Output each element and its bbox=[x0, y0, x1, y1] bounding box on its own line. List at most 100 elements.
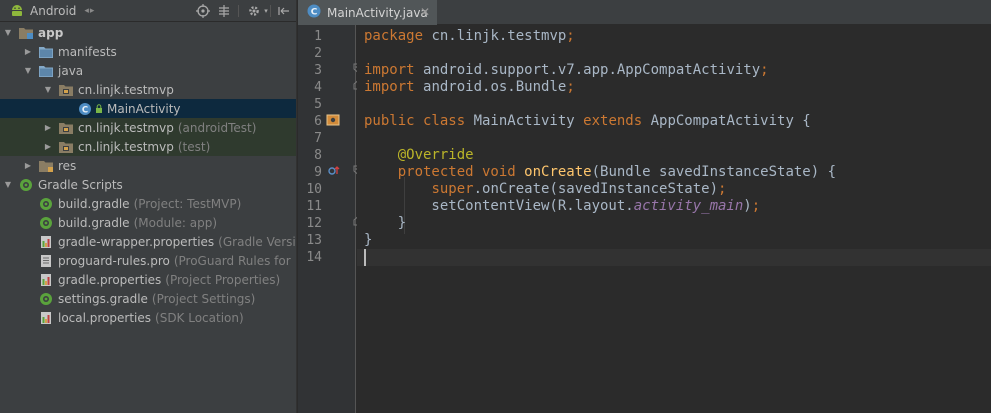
tree-item-label: MainActivity bbox=[107, 101, 181, 116]
tree-collapsed-arrow-icon[interactable]: ▶ bbox=[23, 47, 33, 56]
tree-item-build-gradle-app[interactable]: build.gradle (Module: app) bbox=[0, 213, 296, 232]
line-number: 4 bbox=[314, 80, 322, 95]
code-line: public class MainActivity extends AppCom… bbox=[364, 113, 811, 129]
tree-item-hint: (ProGuard Rules for bbox=[173, 253, 291, 268]
line-number: 3 bbox=[314, 63, 322, 78]
package-icon bbox=[58, 121, 74, 135]
project-tool-window: Android ◂▸ ▾ ▼ app ▶ manifests ▼ java ▼ cn.linj… bbox=[0, 0, 297, 413]
gradle-icon bbox=[18, 178, 34, 192]
code-line: setContentView(R.layout.activity_main); bbox=[364, 198, 761, 214]
line-number: 7 bbox=[314, 131, 322, 146]
tree-item-hint: (Project: TestMVP) bbox=[133, 196, 242, 211]
tab-main-activity[interactable]: C MainActivity.java ✕ bbox=[298, 0, 437, 25]
tree-item-main-activity[interactable]: C MainActivity bbox=[0, 99, 296, 118]
tree-expanded-arrow-icon[interactable]: ▼ bbox=[3, 28, 13, 37]
tree-item-hint: (androidTest) bbox=[177, 120, 257, 135]
gradle-file-icon bbox=[38, 216, 54, 230]
tab-label: MainActivity.java bbox=[327, 5, 428, 20]
tree-item-local-properties[interactable]: local.properties (SDK Location) bbox=[0, 308, 296, 327]
tree-item-label: build.gradle bbox=[58, 196, 130, 211]
caret-row-highlight bbox=[357, 249, 991, 266]
android-activity-marker-icon[interactable] bbox=[326, 113, 340, 130]
tree-item-hint: (Project Settings) bbox=[151, 291, 256, 306]
code-line: super.onCreate(savedInstanceState); bbox=[431, 181, 727, 197]
tree-item-label: cn.linjk.testmvp bbox=[78, 120, 174, 135]
tree-expanded-arrow-icon[interactable]: ▼ bbox=[3, 180, 13, 189]
access-modifier-icon bbox=[95, 103, 103, 114]
code-line: @Override bbox=[397, 147, 474, 163]
view-switch-arrows-icon[interactable]: ◂▸ bbox=[84, 6, 95, 16]
tree-item-settings-gradle[interactable]: settings.gradle (Project Settings) bbox=[0, 289, 296, 308]
tree-collapsed-arrow-icon[interactable]: ▶ bbox=[43, 123, 53, 132]
tree-item-hint: (Gradle Versi bbox=[218, 234, 296, 249]
svg-text:C: C bbox=[311, 7, 318, 17]
tree-item-gradle-scripts[interactable]: ▼ Gradle Scripts bbox=[0, 175, 296, 194]
properties-file-icon bbox=[38, 273, 54, 287]
tree-item-hint: (test) bbox=[177, 139, 211, 154]
tree-item-label: gradle-wrapper.properties bbox=[58, 234, 215, 249]
code-line: } bbox=[364, 232, 373, 248]
header-divider bbox=[270, 5, 271, 17]
header-divider bbox=[238, 5, 239, 17]
tree-item-app[interactable]: ▼ app bbox=[0, 23, 296, 42]
class-icon: C bbox=[78, 102, 94, 116]
folder-icon bbox=[38, 45, 54, 59]
text-file-icon bbox=[38, 254, 54, 268]
code-line: import android.support.v7.app.AppCompatA… bbox=[364, 62, 769, 78]
tree-item-res[interactable]: ▶ res bbox=[0, 156, 296, 175]
tree-item-hint: (Module: app) bbox=[133, 215, 218, 230]
tree-item-hint: (SDK Location) bbox=[155, 310, 244, 325]
editor-gutter: 1 2 3 4 5 6 7 8 9 10 11 12 13 14 bbox=[298, 25, 362, 413]
properties-file-icon bbox=[38, 235, 54, 249]
tree-item-label: proguard-rules.pro bbox=[58, 253, 170, 268]
scroll-from-source-icon[interactable] bbox=[196, 4, 210, 18]
line-number: 9 bbox=[314, 165, 322, 180]
collapse-all-icon[interactable] bbox=[217, 4, 231, 18]
tree-collapsed-arrow-icon[interactable]: ▶ bbox=[43, 142, 53, 151]
tree-item-label: cn.linjk.testmvp bbox=[78, 82, 174, 97]
override-method-marker-icon[interactable] bbox=[327, 164, 341, 181]
close-tab-icon[interactable]: ✕ bbox=[420, 5, 430, 19]
line-number: 8 bbox=[314, 148, 322, 163]
module-folder-icon bbox=[18, 26, 34, 40]
line-number: 5 bbox=[314, 97, 322, 112]
tree-item-pkg-main[interactable]: ▼ cn.linjk.testmvp bbox=[0, 80, 296, 99]
tree-item-label: java bbox=[58, 63, 84, 78]
tree-item-pkg-androidtest[interactable]: ▶ cn.linjk.testmvp (androidTest) bbox=[0, 118, 296, 137]
tree-item-label: Gradle Scripts bbox=[38, 177, 123, 192]
gradle-file-icon bbox=[38, 292, 54, 306]
line-number: 13 bbox=[306, 233, 322, 248]
line-number: 12 bbox=[306, 216, 322, 231]
tree-item-build-gradle-project[interactable]: build.gradle (Project: TestMVP) bbox=[0, 194, 296, 213]
line-number: 11 bbox=[306, 199, 322, 214]
code-line: package cn.linjk.testmvp; bbox=[364, 28, 575, 44]
tree-expanded-arrow-icon[interactable]: ▼ bbox=[23, 66, 33, 75]
gradle-file-icon bbox=[38, 197, 54, 211]
code-line: import android.os.Bundle; bbox=[364, 79, 575, 95]
hide-panel-icon[interactable] bbox=[277, 4, 291, 18]
tree-item-proguard[interactable]: proguard-rules.pro (ProGuard Rules for bbox=[0, 251, 296, 270]
text-caret bbox=[364, 249, 366, 266]
tree-item-manifests[interactable]: ▶ manifests bbox=[0, 42, 296, 61]
code-line: } bbox=[364, 215, 407, 231]
tree-item-java[interactable]: ▼ java bbox=[0, 61, 296, 80]
tree-item-gradle-properties[interactable]: gradle.properties (Project Properties) bbox=[0, 270, 296, 289]
project-view-header: Android ◂▸ ▾ bbox=[0, 0, 296, 22]
tree-item-hint: (Project Properties) bbox=[165, 272, 281, 287]
line-number: 6 bbox=[314, 114, 322, 129]
tree-item-label: manifests bbox=[58, 44, 117, 59]
code-editor[interactable]: package cn.linjk.testmvp; import android.… bbox=[357, 25, 991, 413]
tree-item-label: build.gradle bbox=[58, 215, 130, 230]
tree-item-gradle-wrapper[interactable]: gradle-wrapper.properties (Gradle Versi bbox=[0, 232, 296, 251]
editor-tab-bar: C MainActivity.java ✕ bbox=[298, 0, 991, 25]
tree-item-pkg-test[interactable]: ▶ cn.linjk.testmvp (test) bbox=[0, 137, 296, 156]
tree-item-label: gradle.properties bbox=[58, 272, 162, 287]
tree-collapsed-arrow-icon[interactable]: ▶ bbox=[23, 161, 33, 170]
line-number: 2 bbox=[314, 46, 322, 61]
tree-expanded-arrow-icon[interactable]: ▼ bbox=[43, 85, 53, 94]
code-line: protected void onCreate(Bundle savedInst… bbox=[397, 164, 837, 180]
package-icon bbox=[58, 83, 74, 97]
svg-text:C: C bbox=[82, 105, 88, 115]
line-number: 10 bbox=[306, 182, 322, 197]
project-view-selector[interactable]: Android bbox=[30, 4, 76, 18]
